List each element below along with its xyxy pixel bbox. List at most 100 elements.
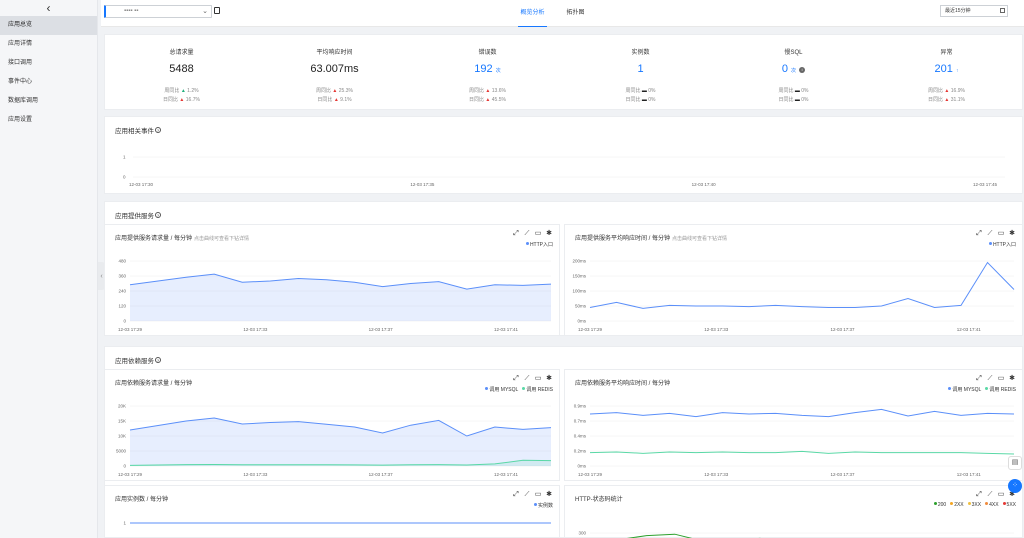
compare-label: 周同比 (164, 88, 180, 94)
x-tick-label: 12-03 17:37 (831, 472, 856, 477)
x-tick-label: 12-03 17:29 (118, 327, 143, 332)
stat-label: 平均响应时间 (316, 50, 353, 56)
chart-card: 应用依赖服务请求量 / 每分钟 ⤢ ⟋ ▭ ✱ 调用 MYSQL 调用 REDIS 20K 15… (104, 369, 560, 481)
x-tick-label: 12-03 17:41 (494, 472, 519, 477)
dependency-services-title: 应用依赖服务? (115, 355, 161, 365)
stat-compare: 日同比 ▬ 0% (717, 96, 870, 103)
provided-services-title-text: 应用提供服务 (115, 213, 154, 220)
x-tick-label: 12-03 17:33 (243, 472, 268, 477)
y-tick-label: 480 (118, 259, 126, 264)
stat-value-text: 63.007ms (310, 63, 359, 75)
stat-card[interactable]: 异常 201 ↑ 周同比 ▲ 16.9% 日同比 ▲ 31.1% (870, 35, 1023, 111)
stat-value: 1 (564, 63, 717, 75)
arrow-up-icon: ▲ (484, 97, 492, 103)
x-tick-label: 12-03 17:37 (831, 327, 856, 332)
stat-compare: 日同比 ▲ 16.7% (105, 96, 258, 103)
compare-value: 9.1% (340, 97, 352, 103)
y-tick-label: 0.9ms (574, 404, 587, 409)
time-range-value: 最近15分钟 (945, 8, 971, 14)
compare-value: 45.5% (491, 97, 506, 103)
view-tabs: 概览分析 拓扑图 (81, 0, 1024, 27)
apps-icon[interactable]: ⁘ (1008, 479, 1022, 493)
stat-value-text: 5488 (169, 63, 194, 75)
chart-card: 应用实例数 / 每分钟 ⤢ ⟋ ▭ ✱ 实例数 1 (104, 485, 560, 538)
tab-overview[interactable]: 概览分析 (518, 0, 547, 27)
sidebar-item[interactable]: 事件中心 (0, 73, 97, 92)
x-tick-label: 12-03 17:41 (494, 327, 519, 332)
stat-card[interactable]: 总请求量 5488 周同比 ▲ 1.2% 日同比 ▲ 16.7% (105, 35, 258, 111)
y-tick-label: 10K (118, 434, 126, 439)
y-tick-label: 150ms (572, 274, 586, 279)
y-tick-label: 0.7ms (574, 419, 587, 424)
compare-value: 1.2% (187, 88, 199, 94)
compare-label: 周同比 (625, 88, 641, 94)
stat-value: 63.007ms (258, 63, 411, 75)
stat-compare: 日同比 ▲ 31.1% (870, 96, 1023, 103)
compare-label: 周同比 (469, 88, 485, 94)
dependency-services-title-text: 应用依赖服务 (115, 358, 154, 365)
main-content: ▪▪▪▪ ▪▪ ⌄ 概览分析 拓扑图 最近15分钟 总请求量 5488 周同比 ▲ … (101, 0, 1024, 538)
info-icon[interactable]: i (799, 67, 806, 73)
stat-value-text: 201 (934, 63, 953, 75)
stat-compare: 周同比 ▬ 0% (564, 87, 717, 94)
chart-plot: 300 (578, 531, 1014, 538)
x-tick-label: 12-03 17:40 (692, 182, 717, 187)
y-tick-label: 0ms (577, 319, 586, 324)
time-range-select[interactable]: 最近15分钟 (940, 5, 1008, 17)
compare-label: 周同比 (778, 88, 794, 94)
y-tick-label: 1 (123, 521, 126, 526)
stat-card[interactable]: 错误数 192 次周同比 ▲ 13.6% 日同比 ▲ 45.5% (411, 35, 564, 111)
events-panel: 应用相关事件? 1 0 12-03 17:30 12-03 17:35 12-03 17… (104, 116, 1023, 194)
y-tick-label: 100ms (572, 289, 586, 294)
stat-compare: 周同比 ▬ 0% (717, 87, 870, 94)
x-tick-label: 12-03 17:37 (369, 472, 394, 477)
stat-label: 异常 (940, 50, 953, 56)
chat-icon[interactable]: ▤ (1008, 456, 1022, 470)
compare-label: 日同比 (778, 97, 794, 103)
compare-value: 13.6% (491, 88, 506, 94)
y-tick-label: 0 (123, 175, 126, 180)
x-tick-label: 12-03 17:33 (243, 327, 268, 332)
stat-compare: 周同比 ▲ 25.3% (258, 87, 411, 94)
chart-card: 应用依赖服务平均响应时间 / 每分钟 ⤢ ⟋ ▭ ✱ 调用 MYSQL 调用 REDIS 0.… (564, 369, 1023, 481)
series-line (589, 261, 1015, 309)
compare-label: 日同比 (469, 97, 485, 103)
stat-unit: ↑ (955, 68, 959, 74)
sidebar-item[interactable]: 应用设置 (0, 111, 97, 130)
compare-value: 25.3% (338, 88, 353, 94)
y-tick-label: 300 (578, 531, 586, 536)
chart-card: 应用提供服务请求量 / 每分钟 点击曲线可查看下钻详情 ⤢ ⟋ ▭ ✱ HTTP入口 480 3… (104, 224, 560, 336)
help-icon[interactable]: ? (155, 212, 161, 218)
sidebar: ‹ 应用总览 应用详情 接口调用 事件中心 数据库调用 应用设置 (0, 0, 98, 538)
sidebar-item[interactable]: 应用详情 (0, 35, 97, 54)
y-tick-label: 360 (118, 274, 126, 279)
compare-value: 31.1% (950, 97, 965, 103)
compare-value: 0% (801, 88, 809, 94)
y-tick-label: 240 (118, 289, 126, 294)
x-tick-label: 12-03 17:29 (578, 327, 603, 332)
chart-plot: 0.9ms 0.7ms 0.4ms 0.2ms 0ms 12-03 17:29 12-03 … (574, 404, 1015, 477)
compare-label: 日同比 (625, 97, 641, 103)
stat-card[interactable]: 实例数 1 周同比 ▬ 0% 日同比 ▬ 0% (564, 35, 717, 111)
stat-value: 0 次 i (717, 63, 870, 75)
tab-topology[interactable]: 拓扑图 (565, 0, 587, 27)
chart-plot: 1 (123, 521, 552, 526)
chart-card: 应用提供服务平均响应时间 / 每分钟 点击曲线可查看下钻详情 ⤢ ⟋ ▭ ✱ HTTP入口 2… (564, 224, 1023, 336)
stat-label: 慢SQL (784, 50, 803, 56)
x-tick-label: 12-03 17:41 (957, 327, 982, 332)
chart-card: HTTP-状态码统计 ⤢ ⟋ ▭ ✱ 200 2XX 3XX 4XX 5XX 300 (564, 485, 1023, 538)
stat-card[interactable]: 慢SQL 0 次 i 周同比 ▬ 0% 日同比 ▬ 0% (717, 35, 870, 111)
stat-value-text: 1 (637, 63, 644, 75)
sidebar-item[interactable]: 数据库调用 (0, 92, 97, 111)
x-tick-label: 12-03 17:33 (704, 472, 729, 477)
x-tick-label: 12-03 17:35 (410, 182, 435, 187)
x-tick-label: 12-03 17:30 (129, 182, 154, 187)
calendar-icon (1000, 8, 1005, 13)
help-icon[interactable]: ? (155, 357, 161, 363)
compare-label: 周同比 (316, 88, 332, 94)
sidebar-item[interactable]: 接口调用 (0, 54, 97, 73)
y-tick-label: 0 (123, 464, 126, 469)
stat-compare: 日同比 ▲ 9.1% (258, 96, 411, 103)
x-tick-label: 12-03 17:37 (369, 327, 394, 332)
stat-card[interactable]: 平均响应时间 63.007ms 周同比 ▲ 25.3% 日同比 ▲ 9.1% (258, 35, 411, 111)
